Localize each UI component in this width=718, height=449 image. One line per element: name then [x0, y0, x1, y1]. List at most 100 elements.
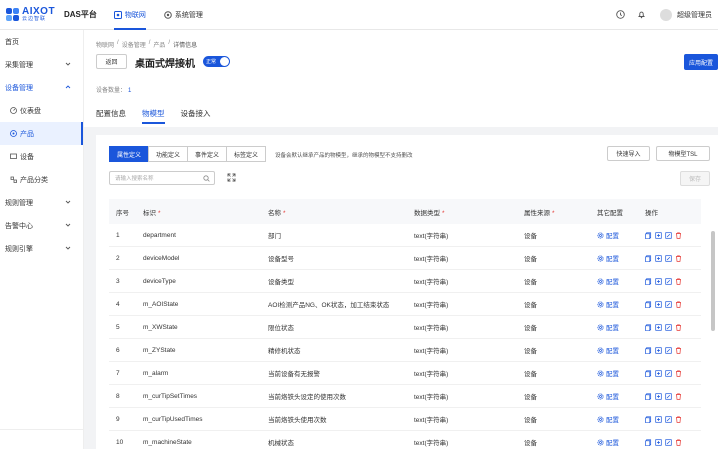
- delete-icon[interactable]: [675, 277, 682, 285]
- chevron-down-icon: [65, 62, 71, 66]
- sidebar-item-rule-engine[interactable]: 规则引擎: [0, 237, 83, 260]
- add-icon[interactable]: [655, 277, 662, 285]
- delete-icon[interactable]: [675, 231, 682, 239]
- edit-icon[interactable]: [665, 438, 672, 446]
- nav-tab-system[interactable]: 系统管理: [155, 0, 212, 30]
- config-link[interactable]: 配置: [597, 345, 641, 355]
- copy-icon[interactable]: [645, 277, 652, 285]
- column-header: 属性来源 *: [524, 209, 555, 217]
- sidebar-item-label: 产品分类: [20, 176, 48, 184]
- edit-icon[interactable]: [665, 277, 672, 285]
- copy-icon[interactable]: [645, 369, 652, 377]
- add-icon[interactable]: [655, 392, 662, 400]
- gear-icon: [597, 416, 604, 422]
- sidebar-item-label: 告警中心: [5, 222, 33, 230]
- add-icon[interactable]: [655, 369, 662, 377]
- delete-icon[interactable]: [675, 323, 682, 331]
- sidebar-item-home[interactable]: 首页: [0, 30, 83, 53]
- breadcrumb-item[interactable]: 设备管理: [122, 40, 146, 49]
- user-name[interactable]: 超级管理员: [677, 10, 712, 20]
- config-link[interactable]: 配置: [597, 253, 641, 263]
- tab-function-definition[interactable]: 功能定义: [148, 146, 189, 162]
- edit-icon[interactable]: [665, 323, 672, 331]
- sidebar-item-collection[interactable]: 采集管理: [0, 53, 83, 76]
- copy-icon[interactable]: [645, 415, 652, 423]
- add-icon[interactable]: [655, 254, 662, 262]
- tab-property-definition[interactable]: 属性定义: [109, 146, 150, 162]
- help-icon[interactable]: [616, 10, 625, 19]
- add-icon[interactable]: [655, 231, 662, 239]
- delete-icon[interactable]: [675, 415, 682, 423]
- device-count-value[interactable]: 1: [128, 88, 131, 94]
- copy-icon[interactable]: [645, 300, 652, 308]
- tab-device-access[interactable]: 设备接入: [181, 108, 211, 124]
- sidebar-item-product-category[interactable]: 产品分类: [0, 168, 83, 191]
- add-icon[interactable]: [655, 300, 662, 308]
- edit-icon[interactable]: [665, 254, 672, 262]
- edit-icon[interactable]: [665, 231, 672, 239]
- edit-icon[interactable]: [665, 392, 672, 400]
- delete-icon[interactable]: [675, 254, 682, 262]
- delete-icon[interactable]: [675, 392, 682, 400]
- copy-icon[interactable]: [645, 438, 652, 446]
- property-source: 设备: [524, 394, 537, 401]
- delete-icon[interactable]: [675, 300, 682, 308]
- tab-thing-model[interactable]: 物模型: [142, 108, 165, 124]
- chevron-down-icon: [65, 246, 71, 250]
- fullscreen-icon[interactable]: [227, 173, 236, 182]
- edit-icon[interactable]: [665, 369, 672, 377]
- sidebar-item-label: 规则引擎: [5, 245, 33, 253]
- sidebar-item-product[interactable]: 产品: [0, 122, 83, 145]
- sidebar-item-device-management[interactable]: 设备管理: [0, 76, 83, 99]
- property-identifier: deviceModel: [143, 254, 180, 262]
- table-row: 4 m_AOIState AOI检测产品NG、OK状态，加工结束状态 text(字符串…: [109, 293, 701, 316]
- copy-icon[interactable]: [645, 254, 652, 262]
- status-toggle[interactable]: 正常: [203, 56, 230, 67]
- edit-icon[interactable]: [665, 346, 672, 354]
- edit-icon[interactable]: [665, 415, 672, 423]
- copy-icon[interactable]: [645, 231, 652, 239]
- nav-tab-iot[interactable]: 物联网: [105, 0, 155, 30]
- apply-config-button[interactable]: 应用配置: [683, 54, 718, 70]
- copy-icon[interactable]: [645, 392, 652, 400]
- config-link[interactable]: 配置: [597, 322, 641, 332]
- quick-import-button[interactable]: 快速导入: [607, 146, 650, 161]
- edit-icon[interactable]: [665, 300, 672, 308]
- copy-icon[interactable]: [645, 323, 652, 331]
- breadcrumb-item[interactable]: 物联网: [96, 40, 114, 49]
- add-icon[interactable]: [655, 346, 662, 354]
- back-button[interactable]: 返回: [96, 54, 127, 69]
- search-input[interactable]: 请输入搜索名称: [109, 171, 215, 185]
- config-link[interactable]: 配置: [597, 368, 641, 378]
- save-button[interactable]: 保存: [680, 171, 710, 186]
- config-link[interactable]: 配置: [597, 230, 641, 240]
- breadcrumb-item[interactable]: 产品: [153, 40, 165, 49]
- tsl-button[interactable]: 物模型TSL: [656, 146, 710, 161]
- property-identifier: m_AOIState: [143, 300, 179, 308]
- add-icon[interactable]: [655, 415, 662, 423]
- delete-icon[interactable]: [675, 438, 682, 446]
- copy-icon[interactable]: [645, 346, 652, 354]
- tab-tag-definition[interactable]: 标签定义: [226, 146, 267, 162]
- sidebar-item-label: 设备管理: [5, 84, 33, 92]
- tab-config-info[interactable]: 配置信息: [96, 108, 126, 124]
- sidebar-item-device[interactable]: 设备: [0, 145, 83, 168]
- sidebar-item-alarms[interactable]: 告警中心: [0, 214, 83, 237]
- config-link[interactable]: 配置: [597, 414, 641, 424]
- sidebar-item-dashboard[interactable]: 仪表盘: [0, 99, 83, 122]
- sidebar-item-rules[interactable]: 规则管理: [0, 191, 83, 214]
- tab-event-definition[interactable]: 事件定义: [187, 146, 228, 162]
- add-icon[interactable]: [655, 323, 662, 331]
- data-type: text(字符串): [414, 325, 449, 332]
- sidebar-footer: [0, 429, 84, 449]
- bell-icon[interactable]: [637, 10, 646, 19]
- avatar[interactable]: [660, 8, 672, 21]
- config-link[interactable]: 配置: [597, 299, 641, 309]
- config-link[interactable]: 配置: [597, 391, 641, 401]
- table-scrollbar[interactable]: [711, 231, 715, 331]
- config-link[interactable]: 配置: [597, 276, 641, 286]
- config-link[interactable]: 配置: [597, 437, 641, 447]
- add-icon[interactable]: [655, 438, 662, 446]
- delete-icon[interactable]: [675, 346, 682, 354]
- delete-icon[interactable]: [675, 369, 682, 377]
